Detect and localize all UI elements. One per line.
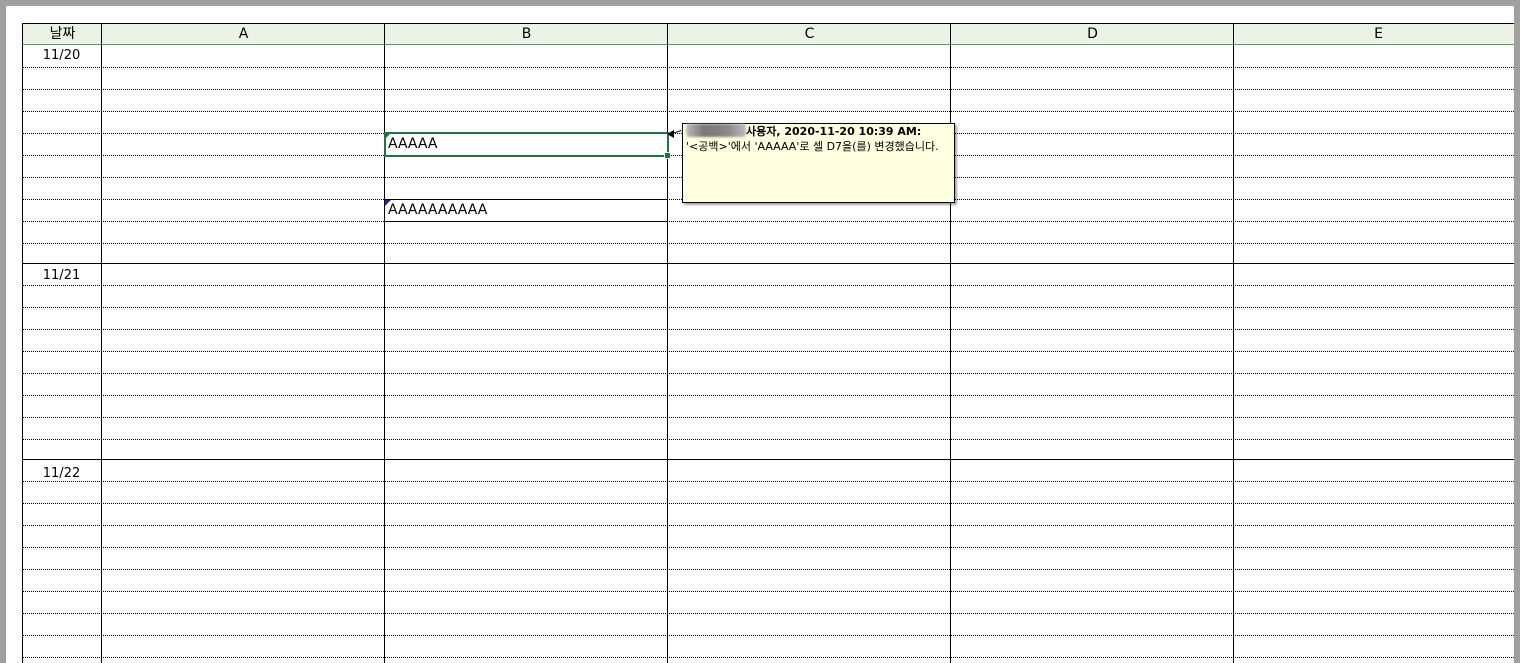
row-gridline [22, 263, 1514, 264]
selected-cell[interactable] [384, 132, 671, 159]
spreadsheet-grid: 날짜 A B C D E 11/20 11/21 11/22 AAAAA AAA… [22, 23, 1514, 663]
row-gridline [22, 547, 1514, 548]
row-gridline [22, 657, 1514, 658]
cell-border-bottom [385, 221, 668, 222]
column-header-b[interactable]: B [384, 23, 668, 45]
column-header-a[interactable]: A [101, 23, 385, 45]
comment-arrow-icon [667, 130, 674, 138]
row-gridline [22, 417, 1514, 418]
row-gridline [22, 525, 1514, 526]
row-gridline [22, 395, 1514, 396]
row-gridline [22, 243, 1514, 244]
redacted-username [686, 124, 746, 137]
spreadsheet-window: 날짜 A B C D E 11/20 11/21 11/22 AAAAA AAA… [6, 6, 1514, 663]
date-cell-1120[interactable]: 11/20 [22, 46, 101, 66]
row-gridline [22, 569, 1514, 570]
comment-author: 사용자, 2020-11-20 10:39 AM: [746, 125, 922, 138]
row-gridline [22, 285, 1514, 286]
cell-border-top [385, 199, 668, 200]
row-gridline [22, 459, 1514, 460]
date-cell-1122[interactable]: 11/22 [22, 464, 101, 484]
column-gridline [101, 45, 102, 663]
date-cell-1121[interactable]: 11/21 [22, 266, 101, 286]
column-header-d[interactable]: D [950, 23, 1234, 45]
row-gridline [22, 67, 1514, 68]
change-comment-box[interactable]: 사용자, 2020-11-20 10:39 AM: '<공백>'에서 'AAAA… [682, 123, 955, 203]
row-gridline [22, 221, 1514, 222]
row-gridline [22, 373, 1514, 374]
row-gridline [22, 613, 1514, 614]
fill-handle[interactable] [664, 152, 671, 159]
column-header-date[interactable]: 날짜 [22, 23, 102, 45]
row-gridline [22, 591, 1514, 592]
row-gridline [22, 351, 1514, 352]
column-gridline [22, 45, 23, 663]
column-gridline [1233, 45, 1234, 663]
row-gridline [22, 329, 1514, 330]
row-gridline [22, 439, 1514, 440]
comment-text: '<공백>'에서 'AAAAA'로 셀 D7을(를) 변경했습니다. [686, 140, 939, 153]
row-gridline [22, 111, 1514, 112]
row-gridline [22, 89, 1514, 90]
column-header-e[interactable]: E [1233, 23, 1514, 45]
row-gridline [22, 503, 1514, 504]
column-header-c[interactable]: C [667, 23, 951, 45]
row-gridline [22, 635, 1514, 636]
cell-b-aaaaaaaaaa[interactable]: AAAAAAAAAA [385, 200, 668, 222]
row-gridline [22, 481, 1514, 482]
row-gridline [22, 307, 1514, 308]
